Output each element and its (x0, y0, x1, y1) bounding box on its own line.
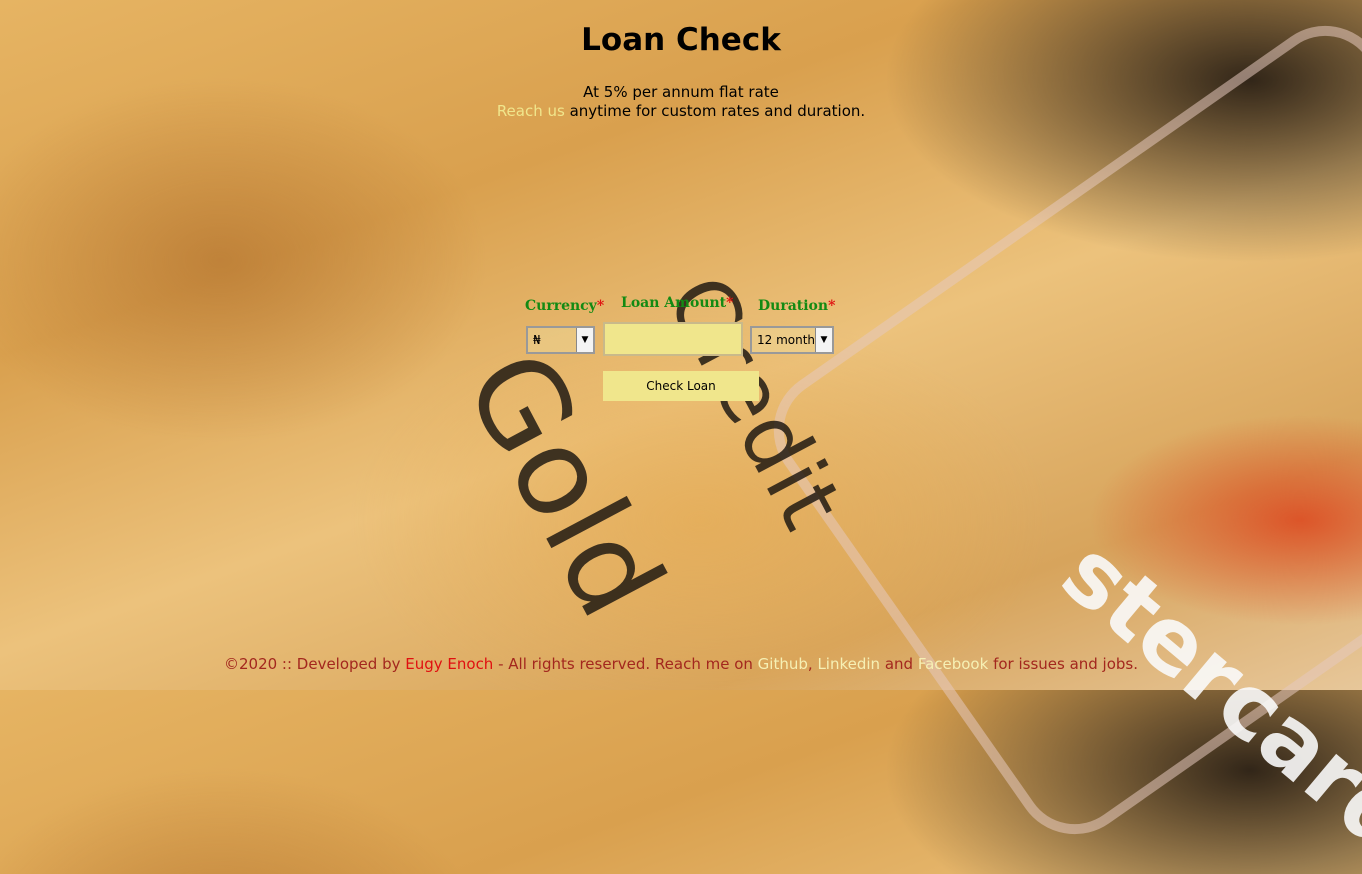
currency-select[interactable]: ₦ ▼ (526, 326, 595, 354)
chevron-down-icon[interactable]: ▼ (576, 328, 593, 352)
rate-line: At 5% per annum flat rate (583, 83, 779, 101)
currency-label: Currency* (525, 298, 604, 314)
loan-amount-input[interactable] (603, 322, 743, 356)
subtitle: At 5% per annum flat rate Reach us anyti… (0, 83, 1362, 121)
author-link[interactable]: Eugy Enoch (405, 655, 493, 673)
loan-amount-label-text: Loan Amount (621, 295, 727, 311)
duration-required-mark: * (828, 298, 836, 314)
footer-separator-and: and (880, 655, 918, 673)
currency-label-text: Currency (525, 298, 597, 314)
chevron-down-icon[interactable]: ▼ (815, 328, 832, 352)
footer: ©2020 :: Developed by Eugy Enoch - All r… (0, 655, 1362, 673)
currency-required-mark: * (596, 298, 605, 314)
github-link[interactable]: Github (758, 655, 808, 673)
reach-us-link[interactable]: Reach us (497, 102, 565, 120)
footer-middle: - All rights reserved. Reach me on (493, 655, 758, 673)
currency-selected-value: ₦ (533, 333, 541, 347)
facebook-link[interactable]: Facebook (918, 655, 988, 673)
duration-label-text: Duration (758, 298, 829, 314)
linkedin-link[interactable]: Linkedin (817, 655, 880, 673)
loan-amount-label: Loan Amount* (621, 295, 733, 311)
footer-separator: , (807, 655, 818, 673)
card-brand-text: stercard (1042, 520, 1362, 874)
duration-select[interactable]: 12 months ▼ (750, 326, 834, 354)
reach-line: Reach us anytime for custom rates and du… (0, 102, 1362, 121)
page-title: Loan Check (581, 22, 781, 58)
duration-selected-value: 12 months (757, 333, 822, 347)
footer-suffix: for issues and jobs. (988, 655, 1139, 673)
card-edge-decoration (750, 2, 1362, 858)
duration-label: Duration* (758, 298, 835, 314)
check-loan-button[interactable]: Check Loan (603, 371, 759, 401)
reach-line-text: anytime for custom rates and duration. (569, 102, 866, 120)
footer-prefix: ©2020 :: Developed by (223, 655, 406, 673)
loan-form: Currency* Loan Amount* Duration* ₦ ▼ 12 … (0, 290, 1362, 420)
loan-amount-required-mark: * (726, 295, 734, 311)
